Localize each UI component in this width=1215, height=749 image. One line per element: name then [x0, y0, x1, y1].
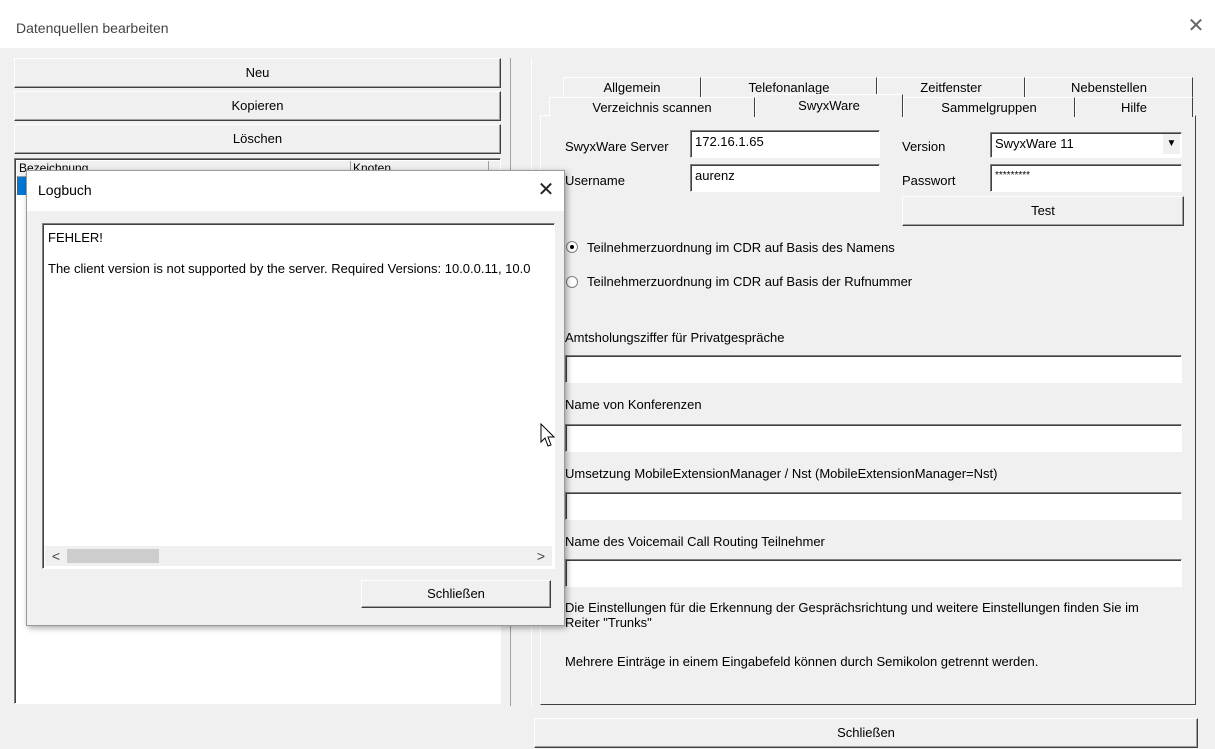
voicemail-routing-field[interactable] [565, 559, 1182, 587]
delete-button[interactable]: Löschen [14, 124, 501, 154]
scroll-thumb[interactable] [67, 549, 159, 563]
version-label: Version [902, 139, 946, 154]
tab-allgemein[interactable]: Allgemein [563, 77, 701, 97]
voicemail-routing-label: Name des Voicemail Call Routing Teilnehm… [565, 534, 825, 549]
mouse-pointer-icon [540, 422, 556, 449]
new-button[interactable]: Neu [14, 58, 501, 88]
radio-by-name-label: Teilnehmerzuordnung im CDR auf Basis des… [587, 240, 895, 255]
dialog-close-icon[interactable]: ✕ [533, 177, 559, 203]
close-button[interactable]: Schließen [534, 718, 1198, 748]
log-line-error: FEHLER! [48, 230, 103, 245]
tab-sammelgruppen[interactable]: Sammelgruppen [903, 97, 1075, 117]
username-label: Username [565, 173, 625, 188]
password-field[interactable]: ********* [990, 164, 1182, 192]
window-close-icon[interactable]: ✕ [1186, 14, 1206, 38]
dialog-close-button[interactable]: Schließen [361, 580, 551, 608]
tab-swyxware[interactable]: SwyxWare [755, 94, 903, 117]
password-label: Passwort [902, 173, 956, 188]
radio-by-number[interactable] [566, 276, 578, 288]
info-text-line1: Die Einstellungen für die Erkennung der … [565, 600, 1139, 615]
trunk-prefix-label: Amtsholungsziffer für Privatgespräche [565, 330, 785, 345]
username-field[interactable]: aurenz [690, 164, 880, 192]
mobile-extension-label: Umsetzung MobileExtensionManager / Nst (… [565, 466, 998, 481]
mobile-extension-field[interactable] [565, 492, 1182, 520]
radio-by-name[interactable] [566, 241, 578, 253]
log-textarea[interactable]: FEHLER! The client version is not suppor… [42, 223, 555, 569]
info-text-semicolon: Mehrere Einträge in einem Eingabefeld kö… [565, 654, 1039, 669]
conference-name-label: Name von Konferenzen [565, 397, 702, 412]
info-text-line2: Reiter "Trunks" [565, 615, 652, 630]
scroll-right-icon[interactable]: > [532, 546, 550, 566]
tab-nebenstellen[interactable]: Nebenstellen [1025, 77, 1193, 97]
dialog-titlebar[interactable]: Logbuch ✕ [27, 171, 564, 211]
dialog-title: Logbuch [38, 182, 92, 198]
server-field[interactable]: 172.16.1.65 [690, 130, 880, 158]
server-label: SwyxWare Server [565, 139, 669, 154]
window-title: Datenquellen bearbeiten [16, 20, 169, 36]
version-select[interactable]: SwyxWare 11 ▼ [990, 132, 1182, 158]
tab-hilfe[interactable]: Hilfe [1075, 97, 1193, 117]
version-value: SwyxWare 11 [995, 136, 1074, 151]
scroll-left-icon[interactable]: < [47, 546, 65, 566]
tab-verzeichnis-scannen[interactable]: Verzeichnis scannen [549, 97, 755, 117]
copy-button[interactable]: Kopieren [14, 91, 501, 121]
trunk-prefix-field[interactable] [565, 355, 1182, 383]
radio-by-number-label: Teilnehmerzuordnung im CDR auf Basis der… [587, 274, 913, 289]
test-button[interactable]: Test [902, 196, 1184, 226]
conference-name-field[interactable] [565, 424, 1182, 452]
chevron-down-icon[interactable]: ▼ [1162, 134, 1180, 154]
log-line-message: The client version is not supported by t… [48, 261, 531, 276]
horizontal-scrollbar[interactable]: < > [45, 546, 552, 566]
logbook-dialog: Logbuch ✕ FEHLER! The client version is … [26, 170, 565, 626]
